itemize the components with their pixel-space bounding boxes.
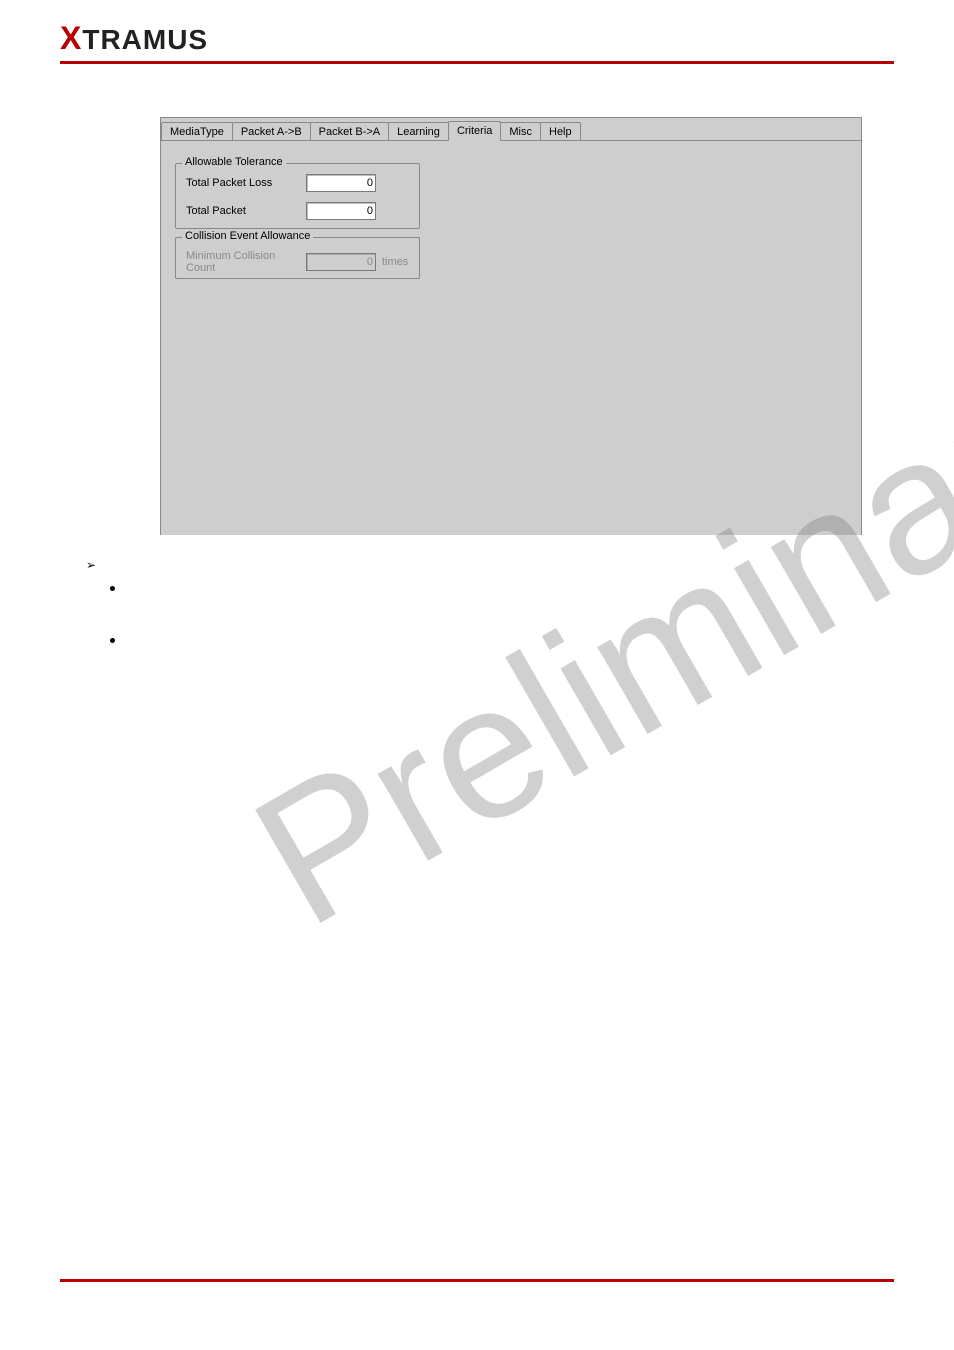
legend-allowable-tolerance: Allowable Tolerance	[182, 156, 286, 168]
logo-x: X	[60, 20, 82, 56]
label-min-collision-count: Minimum Collision Count	[186, 250, 306, 274]
tab-criteria[interactable]: Criteria	[448, 121, 501, 141]
tab-strip: MediaType Packet A->B Packet B->A Learni…	[161, 118, 861, 140]
bullet-dot-icon	[110, 638, 115, 643]
unit-times: times	[382, 256, 408, 268]
row-total-packet: Total Packet	[186, 202, 376, 220]
tab-body-criteria: Allowable Tolerance Total Packet Loss To…	[161, 140, 861, 535]
tab-mediatype[interactable]: MediaType	[161, 122, 233, 141]
input-min-collision-count	[306, 253, 376, 271]
brand-logo: XTRAMUS	[60, 20, 954, 57]
tab-misc[interactable]: Misc	[500, 122, 541, 141]
tab-help[interactable]: Help	[540, 122, 581, 141]
row-total-packet-loss: Total Packet Loss	[186, 174, 376, 192]
legend-collision-event-allowance: Collision Event Allowance	[182, 230, 313, 242]
input-total-packet[interactable]	[306, 202, 376, 220]
arrow-bullet-icon: ➢	[86, 558, 96, 572]
settings-panel: MediaType Packet A->B Packet B->A Learni…	[160, 117, 862, 535]
row-min-collision-count: Minimum Collision Count times	[186, 250, 408, 274]
groupbox-collision-event-allowance: Collision Event Allowance Minimum Collis…	[175, 237, 420, 279]
footer-divider	[60, 1279, 894, 1282]
groupbox-allowable-tolerance: Allowable Tolerance Total Packet Loss To…	[175, 163, 420, 229]
label-total-packet-loss: Total Packet Loss	[186, 177, 306, 189]
input-total-packet-loss[interactable]	[306, 174, 376, 192]
bullet-dot-icon	[110, 586, 115, 591]
logo-rest: TRAMUS	[82, 24, 208, 55]
header-divider	[60, 61, 894, 64]
label-total-packet: Total Packet	[186, 205, 306, 217]
tab-learning[interactable]: Learning	[388, 122, 449, 141]
tab-packet-ba[interactable]: Packet B->A	[310, 122, 389, 141]
tab-packet-ab[interactable]: Packet A->B	[232, 122, 311, 141]
